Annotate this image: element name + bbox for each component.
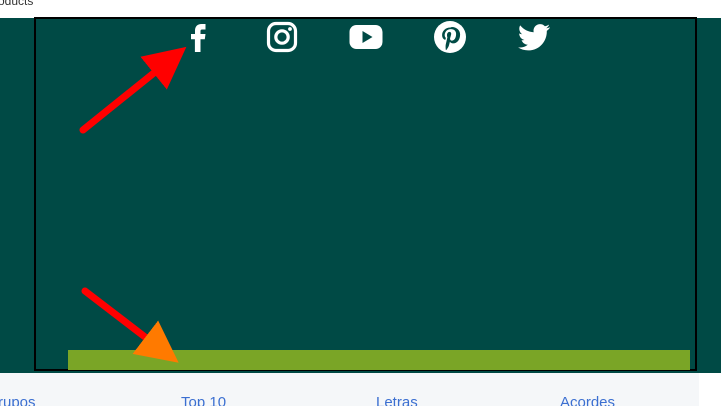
pinterest-icon[interactable] — [433, 20, 467, 54]
nav-link-letras[interactable]: Letras — [376, 394, 418, 406]
instagram-icon[interactable] — [265, 20, 299, 54]
social-icons — [0, 20, 721, 54]
top-bar-text: oducts — [0, 0, 34, 8]
youtube-icon[interactable] — [349, 20, 383, 54]
footer-outline — [34, 17, 697, 371]
nav-link-acordes[interactable]: Acordes — [560, 394, 615, 406]
nav-bar: rupos Top 10 Letras Acordes — [0, 373, 699, 406]
nav-link-grupos[interactable]: rupos — [0, 394, 36, 406]
page: oducts rupos Top 10 Letras Acordes — [0, 0, 721, 406]
facebook-icon[interactable] — [181, 20, 215, 54]
nav-right-gap — [699, 373, 721, 406]
accent-bar — [68, 350, 690, 370]
top-bar: oducts — [0, 0, 721, 18]
twitter-icon[interactable] — [517, 20, 551, 54]
nav-link-top-10[interactable]: Top 10 — [181, 394, 226, 406]
